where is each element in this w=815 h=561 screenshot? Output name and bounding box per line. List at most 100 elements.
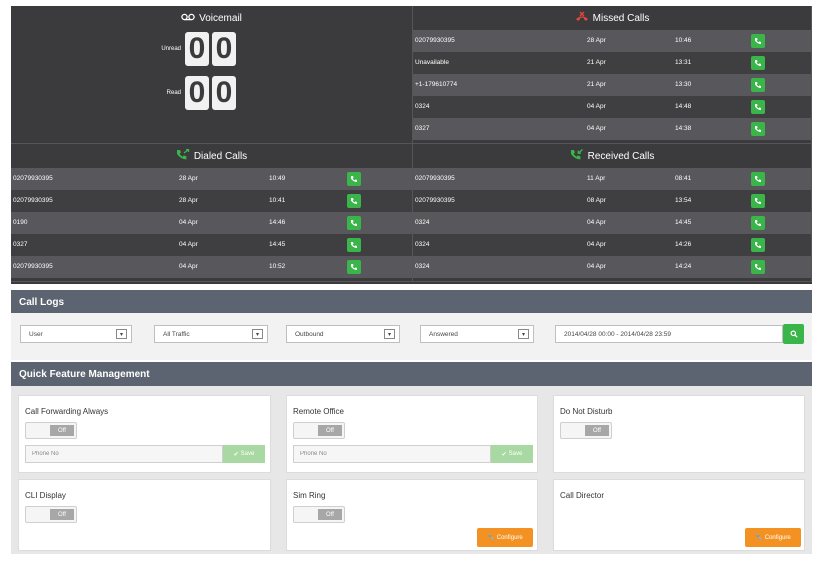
quick-features-title: Quick Feature Management xyxy=(19,369,150,380)
call-time: 14:24 xyxy=(675,263,692,270)
save-label: Save xyxy=(240,451,255,457)
remote-office-toggle[interactable]: Off xyxy=(293,422,345,439)
call-forwarding-phone-input[interactable] xyxy=(25,445,223,463)
call-back-button[interactable] xyxy=(751,56,765,70)
dialed-calls-panel: Dialed Calls 02079930395 28 Apr 10:49 02… xyxy=(11,144,413,282)
remote-office-save-button[interactable]: ✔ Save xyxy=(491,445,533,463)
call-forwarding-phone-group: ✔ Save xyxy=(25,445,265,463)
call-date: 04 Apr xyxy=(179,263,198,270)
call-time: 13:31 xyxy=(675,59,692,66)
search-icon xyxy=(789,330,798,338)
dialed-call-icon xyxy=(176,148,190,164)
traffic-select[interactable]: All Traffic ▾ xyxy=(154,325,268,343)
call-date: 21 Apr xyxy=(587,81,606,88)
dialed-calls-header: Dialed Calls xyxy=(11,144,412,168)
call-number: Unavailable xyxy=(415,59,449,66)
chevron-down-icon: ▾ xyxy=(116,329,127,339)
call-forwarding-save-button[interactable]: ✔ Save xyxy=(223,445,265,463)
check-icon: ✔ xyxy=(501,451,507,458)
call-time: 14:45 xyxy=(675,219,692,226)
call-time: 10:41 xyxy=(269,197,286,204)
dialed-calls-title: Dialed Calls xyxy=(193,150,248,162)
phone-icon xyxy=(351,242,357,248)
call-date: 04 Apr xyxy=(587,103,606,110)
voicemail-header: Voicemail xyxy=(11,6,412,30)
call-row: 0324 04 Apr 14:24 xyxy=(413,256,811,278)
call-number: 0327 xyxy=(415,125,430,132)
call-row: 02079930395 04 Apr 10:52 xyxy=(11,256,412,278)
chevron-down-icon: ▾ xyxy=(252,329,263,339)
call-time: 10:49 xyxy=(269,175,286,182)
phone-icon xyxy=(755,176,761,182)
wrench-icon: 🔧 xyxy=(487,535,495,541)
call-logs-filters: User ▾ All Traffic ▾ Outbound ▾ Answered… xyxy=(11,313,812,360)
call-back-button[interactable] xyxy=(347,238,361,252)
date-range-input[interactable]: 2014/04/28 00:00 - 2014/04/28 23:59 xyxy=(555,325,783,343)
call-time: 13:30 xyxy=(675,81,692,88)
voicemail-unread-counter[interactable]: Unread 0 0 xyxy=(159,32,239,66)
direction-select-value: Outbound xyxy=(295,330,324,338)
call-back-button[interactable] xyxy=(347,172,361,186)
phone-icon xyxy=(755,60,761,66)
call-forwarding-toggle[interactable]: Off xyxy=(25,422,77,439)
call-number: 02079930395 xyxy=(415,37,455,44)
configure-label: Configure xyxy=(764,534,791,541)
unread-digit: 0 xyxy=(185,32,209,66)
call-back-button[interactable] xyxy=(751,194,765,208)
voicemail-read-counter[interactable]: Read 0 0 xyxy=(159,76,239,110)
call-number: 02079930395 xyxy=(415,175,455,182)
received-calls-panel: Received Calls 02079930395 11 Apr 08:41 … xyxy=(413,144,812,282)
toggle-state: Off xyxy=(50,425,74,436)
call-back-button[interactable] xyxy=(347,216,361,230)
call-back-button[interactable] xyxy=(751,100,765,114)
call-row: +1-179610774 21 Apr 13:30 xyxy=(413,74,811,96)
call-time: 14:45 xyxy=(269,241,286,248)
call-row: 0327 04 Apr 14:38 xyxy=(413,118,811,140)
phone-icon xyxy=(351,198,357,204)
call-back-button[interactable] xyxy=(751,216,765,230)
call-row: Unavailable 21 Apr 13:31 xyxy=(413,52,811,74)
user-select-value: User xyxy=(29,330,43,338)
call-time: 14:38 xyxy=(675,125,692,132)
call-time: 13:54 xyxy=(675,197,692,204)
call-date: 21 Apr xyxy=(587,59,606,66)
status-select[interactable]: Answered ▾ xyxy=(420,325,534,343)
user-select[interactable]: User ▾ xyxy=(20,325,132,343)
call-date: 11 Apr xyxy=(587,175,606,182)
call-back-button[interactable] xyxy=(751,34,765,48)
remote-office-card: Remote Office Off ✔ Save xyxy=(286,395,538,473)
call-number: 02079930395 xyxy=(13,175,53,182)
received-calls-list: 02079930395 11 Apr 08:41 02079930395 08 … xyxy=(413,168,811,278)
sim-ring-configure-button[interactable]: 🔧 Configure xyxy=(477,528,533,547)
call-back-button[interactable] xyxy=(347,194,361,208)
sim-ring-toggle[interactable]: Off xyxy=(293,506,345,523)
cli-display-toggle[interactable]: Off xyxy=(25,506,77,523)
unread-label: Unread xyxy=(161,46,181,52)
call-number: 0327 xyxy=(13,241,28,248)
voicemail-panel: Voicemail Unread 0 0 Read 0 0 xyxy=(11,6,413,144)
call-number: +1-179610774 xyxy=(415,81,458,88)
call-back-button[interactable] xyxy=(347,260,361,274)
call-summary-dashboard: Voicemail Unread 0 0 Read 0 0 Missed Cal… xyxy=(11,6,812,284)
toggle-state: Off xyxy=(318,425,342,436)
call-number: 02079930395 xyxy=(13,197,53,204)
missed-calls-header: Missed Calls xyxy=(413,6,811,30)
received-calls-header: Received Calls xyxy=(413,144,811,168)
remote-office-phone-group: ✔ Save xyxy=(293,445,533,463)
wrench-icon: 🔧 xyxy=(755,535,763,541)
call-back-button[interactable] xyxy=(751,238,765,252)
missed-call-icon xyxy=(575,11,589,26)
remote-office-phone-input[interactable] xyxy=(293,445,491,463)
call-forwarding-always-card: Call Forwarding Always Off ✔ Save xyxy=(18,395,271,473)
call-row: 02079930395 28 Apr 10:46 xyxy=(413,30,811,52)
call-back-button[interactable] xyxy=(751,122,765,136)
direction-select[interactable]: Outbound ▾ xyxy=(286,325,400,343)
call-back-button[interactable] xyxy=(751,260,765,274)
call-director-configure-button[interactable]: 🔧 Configure xyxy=(745,528,801,547)
call-date: 28 Apr xyxy=(587,37,606,44)
call-back-button[interactable] xyxy=(751,78,765,92)
do-not-disturb-toggle[interactable]: Off xyxy=(560,422,612,439)
search-button[interactable] xyxy=(783,324,804,344)
call-back-button[interactable] xyxy=(751,172,765,186)
card-title: Do Not Disturb xyxy=(560,407,613,416)
